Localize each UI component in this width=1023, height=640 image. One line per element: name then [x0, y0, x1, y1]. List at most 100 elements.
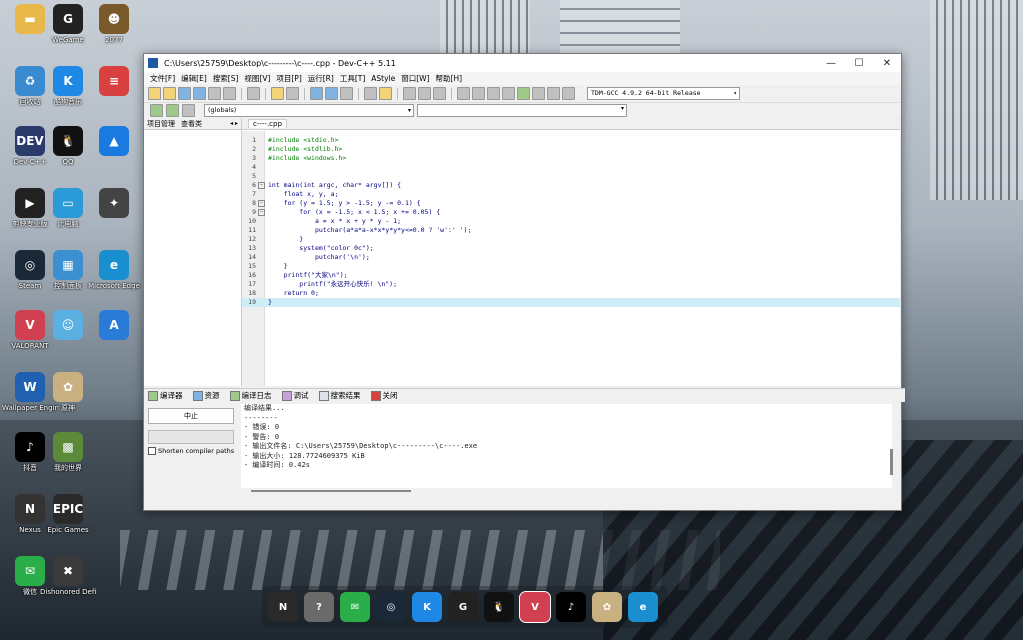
code-text: #include <stdlib.h> [268, 145, 343, 153]
menu-project[interactable]: 项目[P] [273, 73, 304, 84]
kugou-icon: K [53, 66, 83, 96]
find-icon[interactable] [310, 87, 323, 100]
compile-icon[interactable] [433, 87, 446, 100]
compile-log[interactable]: 编译结果... -------- - 错误: 0 - 警告: 0 - 输出文件名… [241, 404, 892, 488]
line-number: 3 [252, 154, 256, 162]
tab-search-results[interactable]: 搜索结果 [318, 390, 361, 401]
globals-select[interactable]: (globals) ▾ [204, 104, 414, 117]
menu-edit[interactable]: 编辑[E] [178, 73, 210, 84]
tab-file[interactable]: c----.cpp [248, 119, 287, 128]
menu-astyle[interactable]: AStyle [368, 74, 398, 83]
code-text: putchar(a*a*a-x*x*y*y*y<=0.0 ? 'w':' '); [268, 226, 472, 234]
steam-taskbar-icon[interactable]: ◎ [376, 592, 406, 622]
desktop-shortcut[interactable]: EPIC Epic Games [40, 494, 96, 546]
desktop-shortcut[interactable]: ▲ [86, 126, 142, 178]
compile-run-icon[interactable] [487, 87, 500, 100]
profile-icon[interactable] [562, 87, 575, 100]
fold-toggle-icon[interactable]: − [258, 182, 265, 189]
tab-close[interactable]: 关闭 [370, 390, 398, 401]
log-vertical-scrollbar[interactable] [890, 449, 893, 475]
chart-icon[interactable] [547, 87, 560, 100]
unindent-icon[interactable] [418, 87, 431, 100]
run-icon[interactable] [472, 87, 485, 100]
fold-toggle-icon[interactable]: − [258, 200, 265, 207]
toggle-bookmark-icon[interactable] [364, 87, 377, 100]
redo-icon[interactable] [286, 87, 299, 100]
wechat-taskbar-icon[interactable]: ✉ [340, 592, 370, 622]
code-text: } [268, 235, 304, 243]
kugou-taskbar-icon[interactable]: K [412, 592, 442, 622]
undo-icon[interactable] [271, 87, 284, 100]
shorten-paths-checkbox[interactable]: Shorten compiler paths [148, 447, 234, 455]
desktop-shortcut[interactable]: ▩ 我的世界 [40, 432, 96, 484]
insert-icon[interactable] [150, 104, 163, 117]
compiler-select[interactable]: TDM-GCC 4.9.2 64-bit Release ▾ [587, 87, 740, 100]
maximize-button[interactable]: ☐ [845, 58, 873, 69]
save-all-icon[interactable] [193, 87, 206, 100]
desktop-shortcut[interactable]: ✦ [86, 188, 142, 240]
menu-tools[interactable]: 工具[T] [337, 73, 368, 84]
log-horizontal-scrollbar[interactable] [251, 490, 411, 492]
goto-line-icon[interactable] [340, 87, 353, 100]
check-icon[interactable] [517, 87, 530, 100]
tab-compile-log[interactable]: 编译日志 [229, 390, 272, 401]
tab-class-browser[interactable]: 查看类 [181, 119, 202, 129]
desktop-shortcut[interactable]: A [86, 310, 142, 362]
function-select[interactable]: ▾ [417, 104, 627, 117]
desktop-shortcut[interactable]: ✖ Dishonored Definitiv... [40, 556, 96, 608]
tab-scroll-arrows[interactable]: ◂ ▸ [230, 120, 241, 127]
menu-file[interactable]: 文件[F] [147, 73, 178, 84]
tab-debug[interactable]: 调试 [281, 390, 309, 401]
menu-search[interactable]: 搜索[S] [210, 73, 242, 84]
line-number: 11 [248, 226, 256, 234]
desktop-shortcut-label: 我的世界 [54, 464, 82, 472]
desktop-shortcut[interactable]: ☻ 2077 [86, 4, 142, 56]
checkbox-box[interactable] [148, 447, 156, 455]
close-file-icon[interactable] [208, 87, 221, 100]
tab-project-manager[interactable]: 项目管理 [147, 119, 175, 129]
menu-window[interactable]: 窗口[W] [398, 73, 432, 84]
tiktok-taskbar-icon[interactable]: ♪ [556, 592, 586, 622]
desktop-shortcut[interactable]: ✿ 原神 [40, 372, 96, 424]
goto-icon[interactable] [182, 104, 195, 117]
toggle-icon[interactable] [166, 104, 179, 117]
title-bar[interactable]: C:\Users\25759\Desktop\c---------\c----.… [144, 54, 901, 72]
valorant-taskbar-icon[interactable]: V [519, 591, 551, 623]
menu-run[interactable]: 运行[R] [305, 73, 337, 84]
genshin-taskbar-icon[interactable]: ✿ [592, 592, 622, 622]
print-icon[interactable] [247, 87, 260, 100]
grid-icon[interactable] [457, 87, 470, 100]
desktop-shortcut-label: 原神 [61, 404, 75, 412]
desktop-shortcut[interactable]: ≡ [86, 66, 142, 118]
abort-button[interactable]: 中止 [148, 408, 234, 424]
menu-help[interactable]: 帮助[H] [433, 73, 466, 84]
close-all-icon[interactable] [223, 87, 236, 100]
code-text: printf("永远开心快乐! \n"); [268, 280, 398, 288]
open-file-icon[interactable] [163, 87, 176, 100]
close-button[interactable]: ✕ [873, 58, 901, 69]
desktop-shortcut[interactable]: e Microsoft Edge [86, 250, 142, 302]
new-file-icon[interactable] [148, 87, 161, 100]
line-number: 18 [248, 289, 256, 297]
edge-taskbar-icon[interactable]: e [628, 592, 658, 622]
save-icon[interactable] [178, 87, 191, 100]
code-editor[interactable]: c----.cpp 1 #include <stdio.h> 2 #include <… [242, 118, 900, 386]
tab-resources[interactable]: 资源 [192, 390, 220, 401]
qq-taskbar-icon[interactable]: 🐧 [484, 592, 514, 622]
taskbar: N? ✉ ◎ K G 🐧 V ♪ ✿ e [262, 586, 668, 628]
fold-toggle-icon[interactable]: − [258, 209, 265, 216]
indent-icon[interactable] [403, 87, 416, 100]
compile-controls: 中止 Shorten compiler paths [144, 402, 240, 490]
replace-icon[interactable] [325, 87, 338, 100]
rebuild-icon[interactable] [502, 87, 515, 100]
nexus-taskbar-icon[interactable]: N [268, 592, 298, 622]
tab-compiler[interactable]: 编译器 [148, 390, 183, 401]
code-line: 7 float x, y, a; [242, 190, 900, 199]
menu-view[interactable]: 视图[V] [241, 73, 273, 84]
project-icon[interactable] [379, 87, 392, 100]
help-taskbar-icon[interactable]: ? [304, 592, 334, 622]
stop-icon[interactable] [532, 87, 545, 100]
code-line: 2 #include <stdlib.h> [242, 145, 900, 154]
minimize-button[interactable]: — [817, 58, 845, 69]
wegame-taskbar-icon[interactable]: G [448, 592, 478, 622]
